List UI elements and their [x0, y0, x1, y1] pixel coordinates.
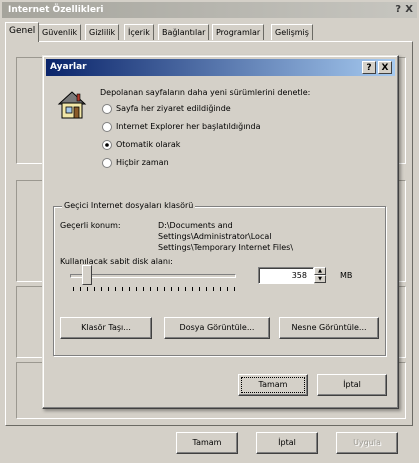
dialog-cancel-button[interactable]: İptal	[317, 374, 387, 396]
tab-gelismis[interactable]: Gelişmiş	[271, 24, 313, 40]
current-location-line-2: Settings\Administrator\Local	[158, 232, 272, 241]
disk-space-slider-thumb[interactable]	[82, 265, 92, 285]
dialog-title-bar[interactable]: Ayarlar ? X	[46, 59, 395, 76]
disk-space-slider-track[interactable]	[70, 274, 236, 278]
radio-label-every-visit: Sayfa her ziyaret edildiğinde	[116, 104, 231, 113]
tab-genel[interactable]: Genel	[5, 22, 40, 42]
current-location-line-1: D:\Documents and	[158, 221, 233, 230]
temp-files-group-title: Geçici Internet dosyaları klasörü	[62, 201, 196, 210]
house-icon	[57, 91, 87, 119]
tab-strip: Genel Güvenlik Gizlilik İçerik Bağlantıl…	[5, 22, 415, 42]
outer-window-title: Internet Özellikleri	[8, 5, 104, 15]
radio-label-every-start: Internet Explorer her başlatıldığında	[116, 122, 261, 131]
outer-apply-button[interactable]: Uygula	[336, 432, 398, 454]
outer-help-button[interactable]: ?	[395, 2, 401, 18]
disk-space-input[interactable]: 358	[258, 267, 314, 284]
current-location-label: Geçerli konum:	[60, 221, 121, 230]
radio-never[interactable]	[102, 158, 112, 168]
tab-baglantilar[interactable]: Bağlantılar	[158, 24, 210, 40]
outer-ok-button[interactable]: Tamam	[176, 432, 238, 454]
slider-tick-marks	[73, 287, 235, 291]
check-versions-heading: Depolanan sayfaların daha yeni sürümleri…	[100, 88, 311, 97]
disk-unit-label: MB	[340, 271, 353, 280]
tab-icerik[interactable]: İçerik	[124, 24, 154, 40]
tab-guvenlik[interactable]: Güvenlik	[38, 24, 82, 40]
disk-space-spinner[interactable]: ▲ ▼	[314, 267, 326, 284]
tab-programlar[interactable]: Programlar	[212, 24, 265, 40]
spin-down-icon[interactable]: ▼	[314, 275, 326, 283]
disk-space-label: Kullanılacak sabit disk alanı:	[60, 257, 173, 266]
move-folder-button[interactable]: Klasör Taşı...	[60, 317, 152, 339]
tab-gizlilik[interactable]: Gizlilik	[85, 24, 120, 40]
radio-every-visit[interactable]	[102, 104, 112, 114]
dialog-close-button[interactable]: X	[378, 61, 392, 74]
dialog-help-button[interactable]: ?	[362, 61, 376, 74]
radio-automatic[interactable]	[102, 140, 112, 150]
radio-every-start[interactable]	[102, 122, 112, 132]
temp-files-group: Geçici Internet dosyaları klasörü Geçerl…	[53, 201, 386, 356]
radio-label-automatic: Otomatik olarak	[116, 140, 181, 149]
radio-label-never: Hiçbir zaman	[116, 158, 169, 167]
current-location-line-3: Settings\Temporary Internet Files\	[158, 243, 294, 252]
dialog-ok-button[interactable]: Tamam	[238, 374, 308, 396]
outer-cancel-button[interactable]: İptal	[256, 432, 318, 454]
view-objects-button[interactable]: Nesne Görüntüle...	[279, 317, 379, 339]
outer-close-button[interactable]: X	[405, 2, 413, 18]
dialog-title: Ayarlar	[50, 62, 87, 72]
settings-dialog: Ayarlar ? X Depolanan sayfaların daha ye…	[42, 55, 399, 409]
spin-up-icon[interactable]: ▲	[314, 267, 326, 275]
outer-title-bar[interactable]: Internet Özellikleri ? X	[2, 2, 417, 18]
view-files-button[interactable]: Dosya Görüntüle...	[164, 317, 270, 339]
